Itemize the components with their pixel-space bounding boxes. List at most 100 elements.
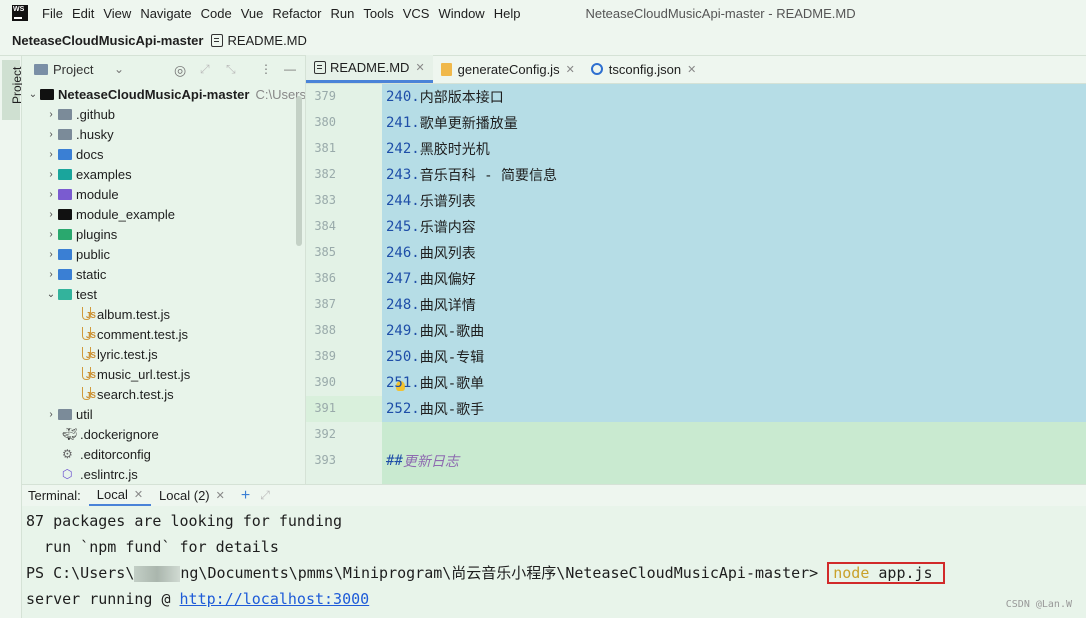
collapse-arrow-icon[interactable]: › [44, 189, 58, 200]
menu-navigate[interactable]: Navigate [136, 6, 195, 21]
breadcrumb-project[interactable]: NeteaseCloudMusicApi-master [12, 33, 203, 48]
menu-refactor[interactable]: Refactor [268, 6, 325, 21]
folder-icon [58, 188, 72, 200]
expand-icon[interactable]: ⤢ [200, 62, 210, 77]
test-js-file-icon: JS [80, 306, 96, 322]
tree-item-plugins[interactable]: › plugins [44, 224, 117, 244]
line-number: 389 [314, 349, 336, 363]
tree-item-lyric-test[interactable]: JS lyric.test.js [80, 344, 158, 364]
code-line: 245. 乐谱内容 [386, 219, 476, 236]
tree-item-label: module_example [76, 206, 176, 222]
close-icon[interactable]: ✕ [687, 63, 696, 76]
target-icon[interactable]: ◎ [174, 62, 186, 79]
tab-label: tsconfig.json [608, 61, 682, 77]
project-panel-title[interactable]: Project [53, 62, 93, 77]
folder-icon [40, 88, 54, 100]
close-icon[interactable]: ✕ [566, 63, 575, 76]
menu-window[interactable]: Window [434, 6, 488, 21]
expand-arrow-icon[interactable]: ⌄ [26, 89, 40, 100]
menu-tools[interactable]: Tools [359, 6, 397, 21]
tree-item-eslintrc[interactable]: ⬡ .eslintrc.js [62, 464, 138, 484]
tree-item-label: NeteaseCloudMusicApi-master [58, 86, 250, 102]
tree-item-module-example[interactable]: › module_example [44, 204, 175, 224]
terminal-tab-local[interactable]: Local ✕ [88, 485, 152, 507]
collapse-arrow-icon[interactable]: › [44, 169, 58, 180]
tree-item-label: docs [76, 146, 104, 162]
expand-icon[interactable]: ⤢ [260, 488, 270, 503]
menu-file[interactable]: File [38, 6, 67, 21]
line-number: 385 [314, 245, 336, 259]
collapse-arrow-icon[interactable]: › [44, 209, 58, 220]
menu-run[interactable]: Run [327, 6, 359, 21]
terminal-tab-local-2[interactable]: Local (2) ✕ [151, 485, 233, 507]
collapse-arrow-icon[interactable]: › [44, 229, 58, 240]
tree-item-album-test[interactable]: JS album.test.js [80, 304, 170, 324]
collapse-arrow-icon[interactable]: › [44, 109, 58, 120]
tree-item-docs[interactable]: › docs [44, 144, 103, 164]
window-title: NeteaseCloudMusicApi-master - README.MD [585, 5, 856, 21]
terminal-label: Terminal: [28, 488, 81, 503]
menu-view[interactable]: View [99, 6, 135, 21]
menu-bar: WS File Edit View Navigate Code Vue Refa… [0, 0, 1086, 26]
highlighted-command: node app.js [827, 562, 945, 584]
menu-help[interactable]: Help [490, 6, 525, 21]
line-number: 386 [314, 271, 336, 285]
tree-item-comment-test[interactable]: JS comment.test.js [80, 324, 188, 344]
expand-arrow-icon[interactable]: ⌄ [44, 289, 58, 300]
collapse-arrow-icon[interactable]: › [44, 409, 58, 420]
folder-icon [58, 208, 72, 220]
tab-generate-config[interactable]: generateConfig.js ✕ [433, 55, 583, 83]
server-url-link[interactable]: http://localhost:3000 [180, 590, 370, 608]
tree-item-label: plugins [76, 226, 118, 242]
tab-tsconfig[interactable]: tsconfig.json ✕ [583, 55, 704, 83]
tree-item-husky[interactable]: › .husky [44, 124, 113, 144]
line-number: 380 [314, 115, 336, 129]
project-folder-icon [34, 63, 48, 75]
code-line: 243. 音乐百科 - 简要信息 [386, 167, 558, 184]
hide-panel-icon[interactable]: — [284, 62, 296, 76]
collapse-arrow-icon[interactable]: › [44, 249, 58, 260]
new-terminal-plus-icon[interactable]: + [241, 487, 250, 505]
tree-item-module[interactable]: › module [44, 184, 119, 204]
tree-item-search-test[interactable]: JS search.test.js [80, 384, 174, 404]
collapse-arrow-icon[interactable]: › [44, 269, 58, 280]
editor-tabs: README.MD ✕ generateConfig.js ✕ tsconfig… [306, 55, 1086, 84]
collapse-icon[interactable]: ⤡ [226, 62, 236, 77]
collapse-arrow-icon[interactable]: › [44, 129, 58, 140]
chevron-down-icon[interactable]: ⌄ [114, 62, 124, 76]
tree-scrollbar[interactable] [296, 96, 302, 246]
tree-item-static[interactable]: › static [44, 264, 106, 284]
tree-item-github[interactable]: › .github [44, 104, 115, 124]
breadcrumb: NeteaseCloudMusicApi-master README.MD [0, 26, 1086, 56]
more-options-icon[interactable]: ⋮ [260, 62, 272, 76]
tree-item-editorconfig[interactable]: ⚙ .editorconfig [62, 444, 151, 464]
collapse-arrow-icon[interactable]: › [44, 149, 58, 160]
tree-item-test[interactable]: ⌄ test [44, 284, 97, 304]
line-number: 387 [314, 297, 336, 311]
menu-vue[interactable]: Vue [237, 6, 268, 21]
breadcrumb-file[interactable]: README.MD [227, 33, 306, 48]
menu-code[interactable]: Code [197, 6, 236, 21]
code-line: 240. 内部版本接口 [386, 89, 504, 106]
tree-root[interactable]: ⌄ NeteaseCloudMusicApi-master C:\Users [26, 84, 305, 104]
close-icon[interactable]: ✕ [216, 489, 225, 502]
terminal-output[interactable]: 87 packages are looking for funding run … [22, 506, 1086, 618]
tree-item-dockerignore[interactable]: 🐳︎ .dockerignore [62, 424, 159, 444]
code-editor[interactable]: 379 380 381 382 383 384 385 386 387 388 … [306, 84, 1086, 484]
tab-label: README.MD [330, 60, 410, 75]
tree-item-label: test [76, 286, 97, 302]
folder-icon [58, 228, 72, 240]
close-icon[interactable]: ✕ [415, 61, 424, 74]
tree-item-examples[interactable]: › examples [44, 164, 131, 184]
close-icon[interactable]: ✕ [134, 488, 143, 501]
tree-item-util[interactable]: › util [44, 404, 92, 424]
tree-item-label: module [76, 186, 119, 202]
tab-readme[interactable]: README.MD ✕ [306, 55, 433, 83]
tree-item-music-url-test[interactable]: JS music_url.test.js [80, 364, 190, 384]
terminal-prompt-line: PS C:\Users\ ng\Documents\pmms\Miniprogra… [26, 562, 945, 584]
code-line: ## 更新日志 [386, 453, 459, 470]
tree-item-public[interactable]: › public [44, 244, 110, 264]
menu-edit[interactable]: Edit [68, 6, 98, 21]
terminal-header: Terminal: Local ✕ Local (2) ✕ + ⤢ [22, 484, 1086, 507]
menu-vcs[interactable]: VCS [399, 6, 434, 21]
